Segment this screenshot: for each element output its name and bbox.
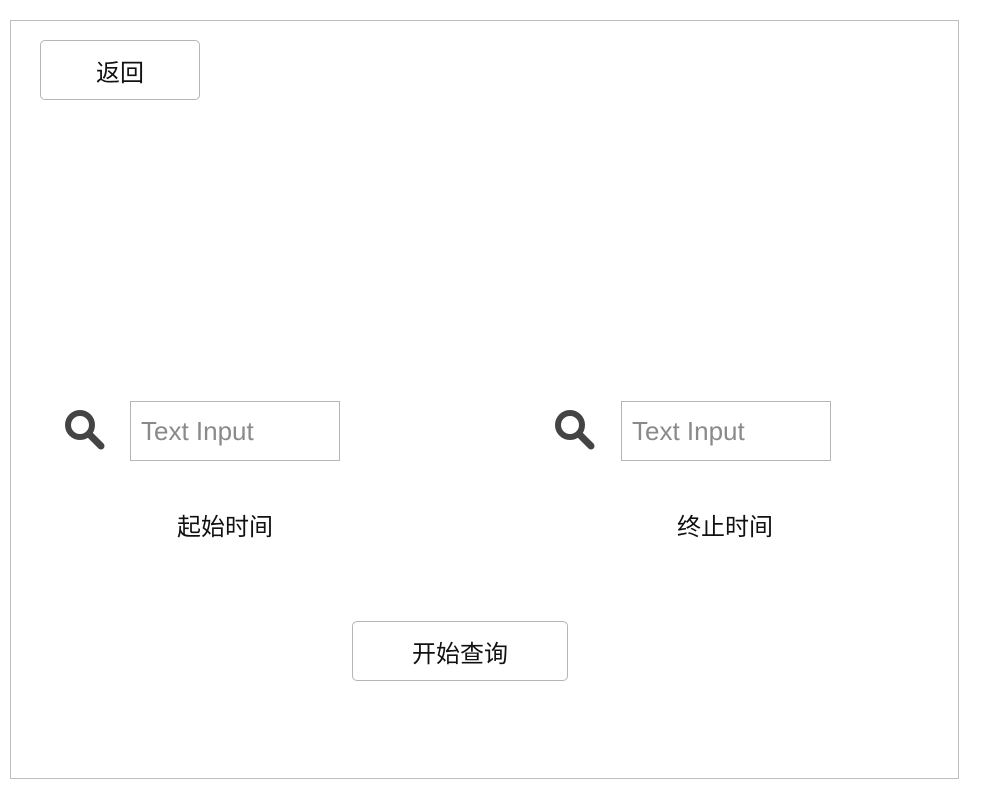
back-button[interactable]: 返回 (40, 40, 200, 100)
end-time-input[interactable] (621, 401, 831, 461)
end-time-label: 终止时间 (677, 513, 773, 541)
search-icon[interactable] (60, 405, 108, 453)
start-query-button[interactable]: 开始查询 (352, 621, 568, 681)
search-icon-graphic (65, 410, 105, 450)
search-icon[interactable] (550, 405, 598, 453)
start-time-label: 起始时间 (177, 513, 273, 541)
search-icon-graphic (555, 410, 595, 450)
start-time-input[interactable] (130, 401, 340, 461)
